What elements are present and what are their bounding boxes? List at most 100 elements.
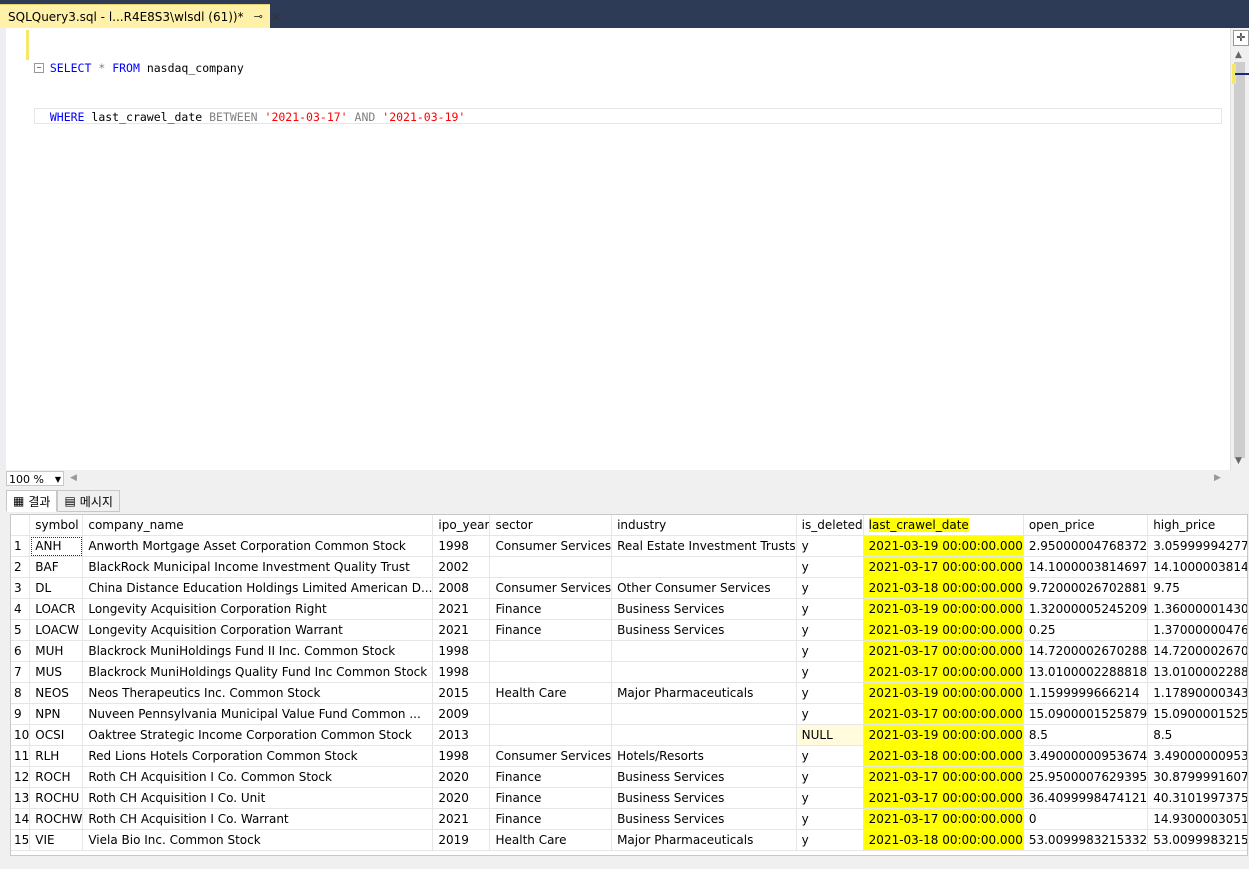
cell-open-price[interactable]: 3.49000000953674 [1023, 745, 1149, 767]
code-line-2[interactable]: WHERE last_crawel_date BETWEEN '2021-03-… [34, 108, 1222, 124]
cell-ipo-year[interactable]: 2015 [432, 682, 491, 704]
cell-high-price[interactable]: 15.0900001525879 [1147, 703, 1247, 725]
cell-symbol[interactable]: LOACR [29, 598, 84, 620]
cell-sector[interactable]: Consumer Services [489, 535, 613, 557]
table-row[interactable]: 2 BAF BlackRock Municipal Income Investmen… [11, 556, 1247, 578]
cell-high-price[interactable]: 30.8799991607666 [1147, 766, 1247, 788]
cell-industry[interactable]: Business Services [611, 598, 797, 620]
column-header-ipo-year[interactable]: ipo_year [432, 515, 491, 536]
row-number[interactable]: 5 [11, 619, 31, 641]
cell-ipo-year[interactable]: 2020 [432, 766, 491, 788]
column-header-company-name[interactable]: company_name [82, 515, 434, 536]
cell-is-deleted[interactable]: y [796, 661, 864, 683]
row-number[interactable]: 13 [11, 787, 31, 809]
cell-is-deleted[interactable]: y [796, 577, 864, 599]
cell-company-name[interactable]: Neos Therapeutics Inc. Common Stock [82, 682, 434, 704]
cell-open-price[interactable]: 53.0099983215332 [1023, 829, 1149, 851]
cell-company-name[interactable]: Blackrock MuniHoldings Quality Fund Inc … [82, 661, 434, 683]
cell-industry[interactable]: Major Pharmaceuticals [611, 682, 797, 704]
editor-vertical-scrollbar[interactable]: ✛ ▲ ▼ [1230, 28, 1249, 470]
pin-icon[interactable]: ⊸ [254, 10, 263, 23]
cell-symbol[interactable]: DL [29, 577, 84, 599]
close-icon[interactable]: ✕ [271, 10, 281, 24]
cell-open-price[interactable]: 2.95000004768372 [1023, 535, 1149, 557]
cell-company-name[interactable]: Roth CH Acquisition I Co. Common Stock [82, 766, 434, 788]
cell-open-price[interactable]: 36.4099998474121 [1023, 787, 1149, 809]
cell-ipo-year[interactable]: 2013 [432, 724, 491, 746]
column-header-last-crawel-date[interactable]: last_crawel_date [863, 515, 1024, 536]
row-number[interactable]: 4 [11, 598, 31, 620]
cell-is-deleted[interactable]: y [796, 682, 864, 704]
cell-ipo-year[interactable]: 2020 [432, 787, 491, 809]
cell-high-price[interactable]: 9.75 [1147, 577, 1247, 599]
table-row[interactable]: 7 MUS Blackrock MuniHoldings Quality Fund … [11, 661, 1247, 683]
column-header-high-price[interactable]: high_price [1147, 515, 1247, 536]
cell-sector[interactable]: Health Care [489, 682, 613, 704]
cell-ipo-year[interactable]: 1998 [432, 661, 491, 683]
cell-is-deleted[interactable]: y [796, 619, 864, 641]
query-document-tab[interactable]: SQLQuery3.sql - l...R4E8S3\wlsdl (61))* … [0, 4, 281, 28]
cell-company-name[interactable]: Red Lions Hotels Corporation Common Stoc… [82, 745, 434, 767]
cell-symbol[interactable]: VIE [29, 829, 84, 851]
cell-ipo-year[interactable]: 2008 [432, 577, 491, 599]
dropdown-icon[interactable]: ▼ [55, 472, 61, 487]
cell-last-crawel-date[interactable]: 2021-03-17 00:00:00.000 [863, 808, 1024, 830]
table-row[interactable]: 6 MUH Blackrock MuniHoldings Fund II Inc. … [11, 640, 1247, 662]
zoom-select[interactable]: 100 % ▼ [6, 471, 64, 486]
cell-symbol[interactable]: ROCHU [29, 787, 84, 809]
cell-high-price[interactable]: 14.1000003814697 [1147, 556, 1247, 578]
cell-sector[interactable] [489, 556, 613, 578]
cell-industry[interactable]: Major Pharmaceuticals [611, 829, 797, 851]
scroll-up-icon[interactable]: ▲ [1235, 50, 1242, 60]
cell-is-deleted[interactable]: y [796, 745, 864, 767]
cell-company-name[interactable]: China Distance Education Holdings Limite… [82, 577, 434, 599]
row-number[interactable]: 15 [11, 829, 31, 851]
cell-symbol[interactable]: ROCHW [29, 808, 84, 830]
cell-sector[interactable]: Consumer Services [489, 577, 613, 599]
cell-high-price[interactable]: 14.7200002670288 [1147, 640, 1247, 662]
cell-high-price[interactable]: 13.0100002288818 [1147, 661, 1247, 683]
sql-editor[interactable]: − SELECT * FROM nasdaq_company WHERE las… [0, 28, 1249, 470]
cell-industry[interactable] [611, 556, 797, 578]
cell-company-name[interactable]: Anworth Mortgage Asset Corporation Commo… [82, 535, 434, 557]
cell-last-crawel-date[interactable]: 2021-03-19 00:00:00.000 [863, 724, 1024, 746]
cell-ipo-year[interactable]: 2021 [432, 808, 491, 830]
cell-ipo-year[interactable]: 2021 [432, 619, 491, 641]
cell-last-crawel-date[interactable]: 2021-03-17 00:00:00.000 [863, 766, 1024, 788]
cell-is-deleted[interactable]: y [796, 598, 864, 620]
row-number[interactable]: 10 [11, 724, 31, 746]
cell-last-crawel-date[interactable]: 2021-03-19 00:00:00.000 [863, 682, 1024, 704]
cell-company-name[interactable]: Blackrock MuniHoldings Fund II Inc. Comm… [82, 640, 434, 662]
cell-industry[interactable]: Hotels/Resorts [611, 745, 797, 767]
column-header-is-deleted[interactable]: is_deleted [796, 515, 864, 536]
tab-results[interactable]: ▦ 결과 [6, 490, 58, 512]
cell-industry[interactable]: Business Services [611, 766, 797, 788]
column-header-sector[interactable]: sector [489, 515, 613, 536]
table-row[interactable]: 5 LOACW Longevity Acquisition Corporation … [11, 619, 1247, 641]
table-row[interactable]: 10 OCSI Oaktree Strategic Income Corporati… [11, 724, 1247, 746]
table-row[interactable]: 8 NEOS Neos Therapeutics Inc. Common Stock… [11, 682, 1247, 704]
cell-is-deleted[interactable]: y [796, 535, 864, 557]
cell-last-crawel-date[interactable]: 2021-03-17 00:00:00.000 [863, 703, 1024, 725]
row-number[interactable]: 7 [11, 661, 31, 683]
cell-industry[interactable]: Business Services [611, 619, 797, 641]
cell-high-price[interactable]: 1.36000001430511 [1147, 598, 1247, 620]
cell-industry[interactable] [611, 703, 797, 725]
row-number[interactable]: 3 [11, 577, 31, 599]
cell-symbol[interactable]: NEOS [29, 682, 84, 704]
cell-industry[interactable]: Business Services [611, 808, 797, 830]
tab-messages[interactable]: ▤ 메시지 [57, 490, 120, 512]
cell-high-price[interactable]: 53.0099983215332 [1147, 829, 1247, 851]
cell-industry[interactable] [611, 724, 797, 746]
row-number[interactable]: 14 [11, 808, 31, 830]
cell-open-price[interactable]: 14.1000003814697 [1023, 556, 1149, 578]
cell-open-price[interactable]: 13.0100002288818 [1023, 661, 1149, 683]
column-header-symbol[interactable]: symbol [29, 515, 84, 536]
cell-symbol[interactable]: ROCH [29, 766, 84, 788]
cell-sector[interactable]: Finance [489, 766, 613, 788]
cell-symbol[interactable]: MUS [29, 661, 84, 683]
cell-last-crawel-date[interactable]: 2021-03-18 00:00:00.000 [863, 577, 1024, 599]
cell-high-price[interactable]: 1.17890000343323 [1147, 682, 1247, 704]
cell-sector[interactable]: Finance [489, 787, 613, 809]
cell-ipo-year[interactable]: 2002 [432, 556, 491, 578]
